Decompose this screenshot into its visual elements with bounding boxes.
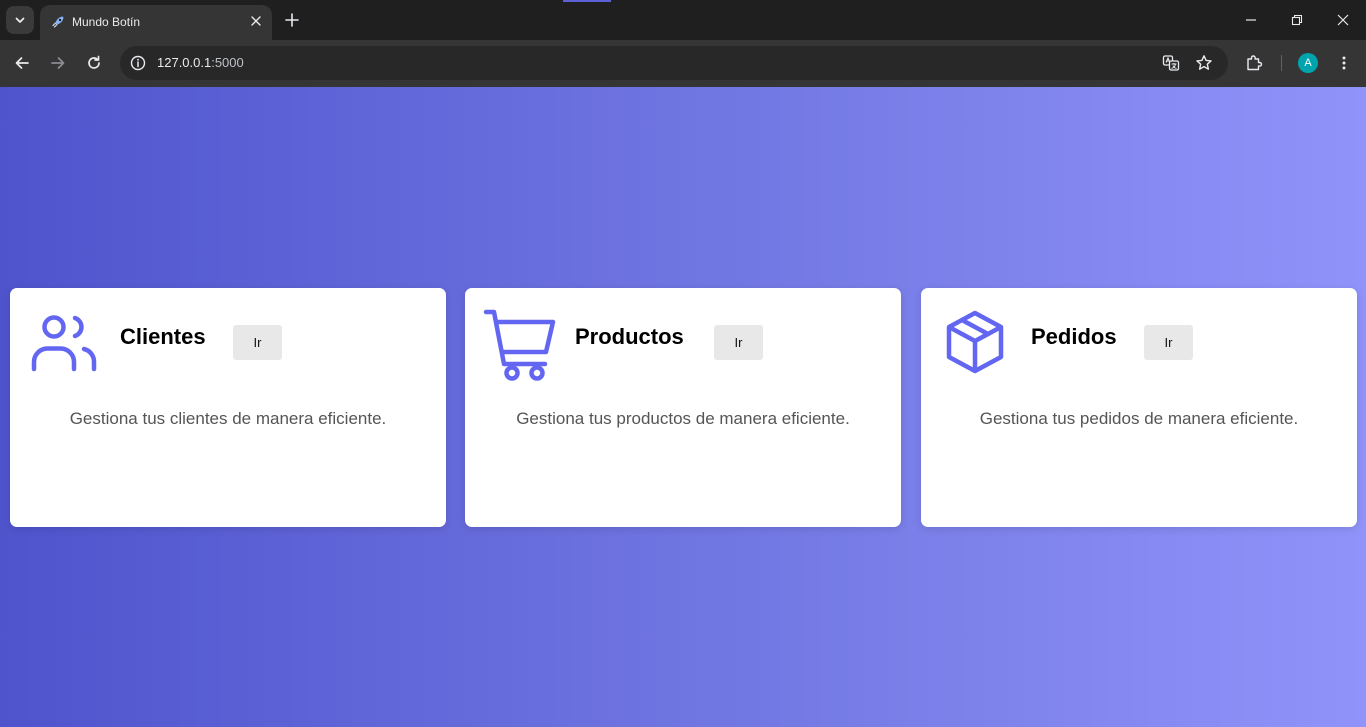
profile-avatar[interactable]: A bbox=[1298, 53, 1318, 73]
card-pedidos: Pedidos Ir Gestiona tus pedidos de maner… bbox=[921, 288, 1357, 527]
arrow-left-icon bbox=[15, 57, 29, 69]
tab-strip: Mundo Botín bbox=[0, 0, 1366, 40]
reload-icon bbox=[88, 55, 100, 69]
users-icon bbox=[31, 315, 97, 372]
tab-title: Mundo Botín bbox=[72, 15, 141, 29]
back-button[interactable] bbox=[10, 51, 34, 75]
browser-menu-button[interactable] bbox=[1332, 51, 1356, 75]
extensions-button[interactable] bbox=[1242, 51, 1266, 75]
star-icon bbox=[1196, 55, 1212, 70]
translate-button[interactable] bbox=[1161, 53, 1181, 73]
minimize-button[interactable] bbox=[1228, 0, 1274, 40]
tab-strip-accent bbox=[563, 0, 611, 2]
puzzle-icon bbox=[1247, 55, 1263, 71]
browser-toolbar: 127.0.0.1:5000 A bbox=[0, 40, 1366, 87]
window-close-button[interactable] bbox=[1320, 0, 1366, 40]
close-icon bbox=[251, 16, 261, 26]
minimize-icon bbox=[1246, 19, 1256, 21]
url-host: 127.0.0.1 bbox=[157, 55, 212, 70]
productos-go-button[interactable]: Ir bbox=[714, 325, 763, 360]
page-viewport: Clientes Ir Gestiona tus clientes de man… bbox=[0, 87, 1366, 727]
url-text[interactable]: 127.0.0.1:5000 bbox=[157, 55, 244, 71]
chevron-down-icon bbox=[15, 17, 25, 23]
active-tab[interactable]: Mundo Botín bbox=[40, 5, 272, 40]
info-icon bbox=[130, 55, 146, 71]
toolbar-separator bbox=[1281, 55, 1282, 71]
translate-icon bbox=[1162, 55, 1180, 71]
card-title: Pedidos bbox=[1031, 324, 1117, 349]
bookmark-button[interactable] bbox=[1194, 53, 1214, 73]
tab-close-button[interactable] bbox=[248, 13, 264, 29]
card-title: Clientes bbox=[120, 324, 206, 349]
card-description: Gestiona tus productos de manera eficien… bbox=[516, 409, 850, 428]
card-productos: Productos Ir Gestiona tus productos de m… bbox=[465, 288, 901, 527]
rocket-icon bbox=[52, 16, 64, 28]
forward-button[interactable] bbox=[46, 51, 70, 75]
restore-button[interactable] bbox=[1274, 0, 1320, 40]
tab-search-button[interactable] bbox=[6, 6, 34, 34]
new-tab-button[interactable] bbox=[282, 10, 302, 30]
reload-button[interactable] bbox=[82, 51, 106, 75]
clientes-go-button[interactable]: Ir bbox=[233, 325, 282, 360]
card-title: Productos bbox=[575, 324, 684, 349]
card-description: Gestiona tus pedidos de manera eficiente… bbox=[979, 409, 1299, 428]
card-description: Gestiona tus clientes de manera eficient… bbox=[69, 409, 387, 428]
box-icon bbox=[946, 310, 1004, 374]
url-port: :5000 bbox=[211, 55, 244, 70]
arrow-right-icon bbox=[51, 57, 65, 69]
kebab-menu-icon bbox=[1342, 56, 1346, 70]
card-clientes: Clientes Ir Gestiona tus clientes de man… bbox=[10, 288, 446, 527]
site-info-button[interactable] bbox=[128, 53, 148, 73]
address-bar[interactable]: 127.0.0.1:5000 bbox=[120, 46, 1228, 80]
plus-icon bbox=[285, 13, 299, 27]
pedidos-go-button[interactable]: Ir bbox=[1144, 325, 1193, 360]
restore-icon bbox=[1291, 14, 1303, 26]
close-icon bbox=[1337, 14, 1349, 26]
shopping-cart-icon bbox=[483, 309, 556, 381]
